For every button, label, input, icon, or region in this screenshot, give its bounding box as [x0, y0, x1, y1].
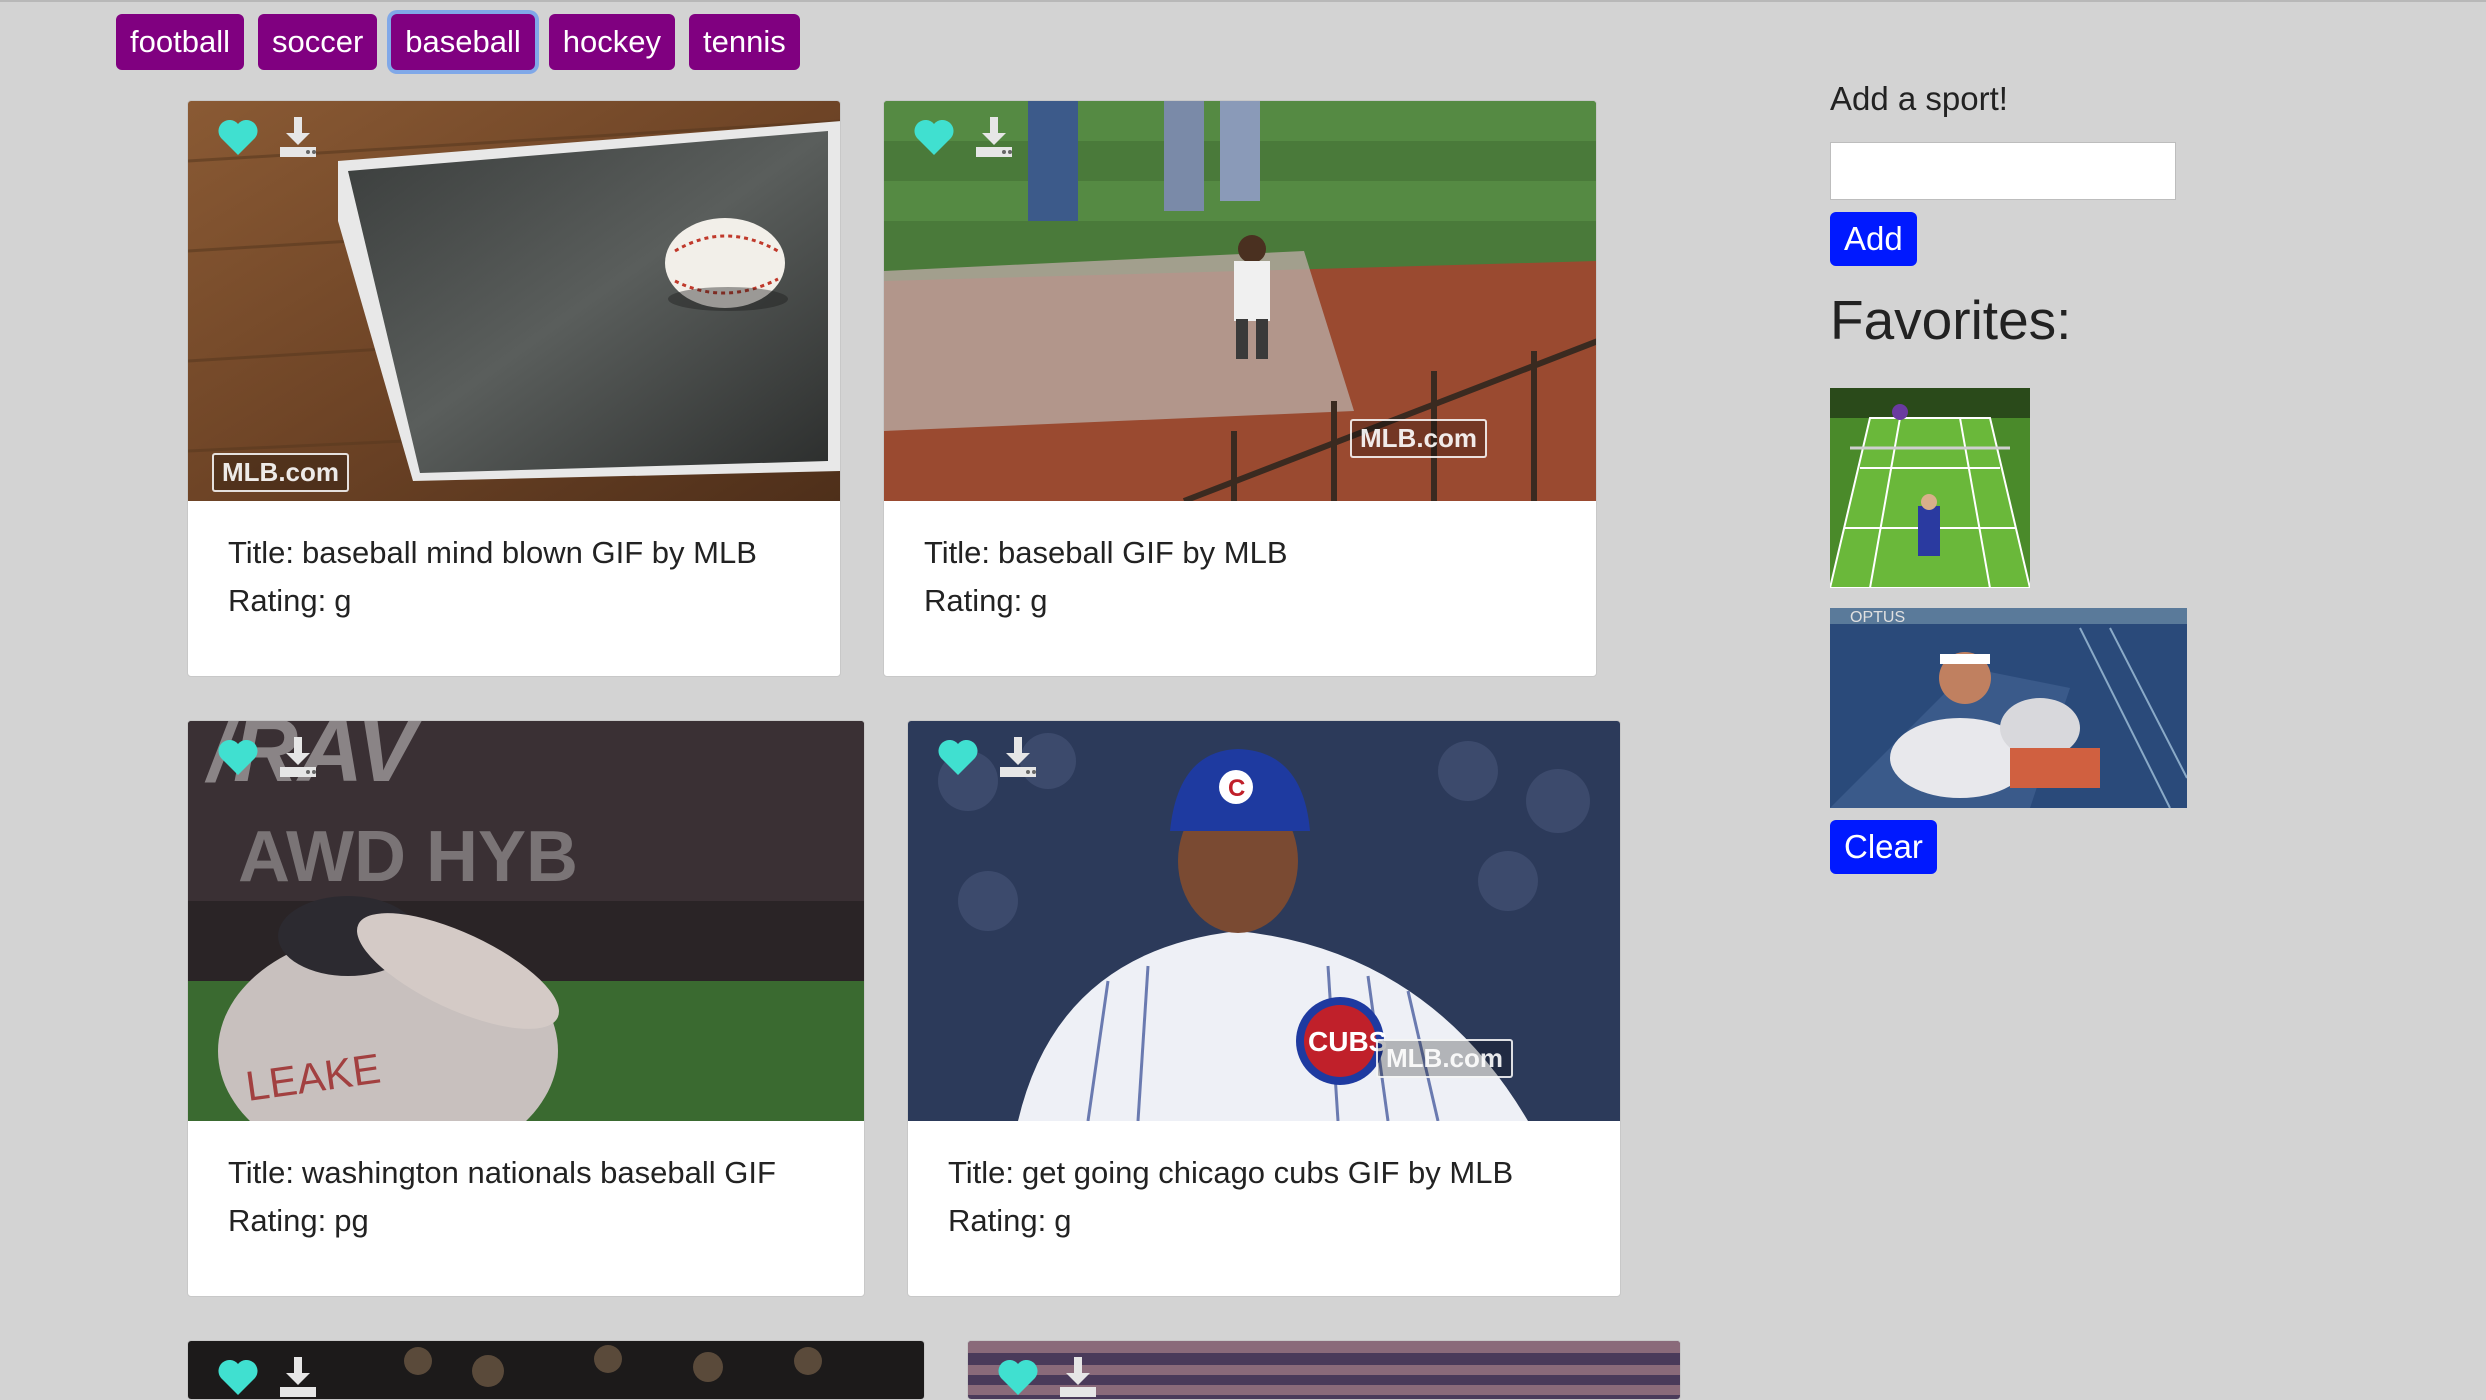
gif-watermark: MLB.com [1350, 419, 1487, 458]
rating-label: Rating: [948, 1203, 1047, 1238]
heart-icon[interactable] [214, 113, 262, 161]
rating-label: Rating: [924, 583, 1023, 618]
gif-card: /RAV AWD HYB LEAKE Title: washington nati… [187, 720, 865, 1297]
add-sport-input[interactable] [1830, 142, 2176, 200]
gif-card: MLB.com Title: baseball GIF by MLB Rating… [883, 100, 1597, 677]
svg-text:C: C [1228, 775, 1245, 802]
gif-watermark: MLB.com [212, 453, 349, 492]
add-sport-label: Add a sport! [1830, 80, 2008, 117]
clear-button[interactable]: Clear [1830, 820, 1937, 874]
gif-title: baseball mind blown GIF by MLB [302, 535, 757, 570]
title-label: Title: [948, 1155, 1015, 1190]
title-label: Title: [924, 535, 991, 570]
gif-image[interactable]: MLB.com [884, 101, 1596, 501]
gif-card: MLB.com Title: baseball mind blown GIF by… [187, 100, 841, 677]
gif-caption: Title: baseball mind blown GIF by MLB Rat… [228, 529, 820, 625]
download-icon[interactable] [970, 113, 1018, 161]
sport-button-football[interactable]: football [116, 14, 244, 70]
gif-caption: Title: washington nationals baseball GIF … [228, 1149, 844, 1245]
favorites-heading: Favorites: [1830, 289, 2072, 351]
gif-caption: Title: baseball GIF by MLB Rating: g [924, 529, 1576, 625]
gif-card [967, 1340, 1681, 1400]
sport-button-hockey[interactable]: hockey [548, 14, 675, 70]
add-button[interactable]: Add [1830, 212, 1917, 266]
favorite-gif[interactable]: OPTUS [1830, 608, 2187, 808]
rating-label: Rating: [228, 1203, 327, 1238]
gif-title: washington nationals baseball GIF [302, 1155, 776, 1190]
gif-image[interactable]: /RAV AWD HYB LEAKE [188, 721, 864, 1121]
sport-button-bar: football soccer baseball hockey tennis [116, 14, 800, 70]
sport-button-tennis[interactable]: tennis [689, 14, 800, 70]
heart-icon[interactable] [934, 733, 982, 781]
heart-icon[interactable] [994, 1353, 1042, 1400]
download-icon[interactable] [994, 733, 1042, 781]
gif-rating: pg [334, 1203, 369, 1238]
title-label: Title: [228, 1155, 295, 1190]
rating-label: Rating: [228, 583, 327, 618]
gif-title: get going chicago cubs GIF by MLB [1022, 1155, 1514, 1190]
heart-icon[interactable] [910, 113, 958, 161]
gif-image[interactable]: C CUBS MLB.com [908, 721, 1620, 1121]
sport-button-soccer[interactable]: soccer [257, 14, 378, 70]
gif-caption: Title: get going chicago cubs GIF by MLB … [948, 1149, 1600, 1245]
download-icon[interactable] [274, 113, 322, 161]
gif-title: baseball GIF by MLB [998, 535, 1288, 570]
gif-rating: g [1030, 583, 1048, 618]
gif-watermark: MLB.com [1376, 1039, 1513, 1078]
heart-icon[interactable] [214, 1353, 262, 1400]
top-border [0, 0, 2486, 2]
favorite-gif[interactable] [1830, 388, 2030, 588]
gif-card [187, 1340, 925, 1400]
gif-image[interactable]: MLB.com [188, 101, 840, 501]
download-icon[interactable] [274, 1353, 322, 1400]
sport-button-baseball[interactable]: baseball [391, 14, 535, 70]
gif-card: C CUBS MLB.com Title: get going chicago c… [907, 720, 1621, 1297]
gif-background-text: AWD HYB [238, 817, 578, 897]
heart-icon[interactable] [214, 733, 262, 781]
banner-text: OPTUS [1850, 609, 1905, 626]
title-label: Title: [228, 535, 295, 570]
download-icon[interactable] [1054, 1353, 1102, 1400]
gif-rating: g [334, 583, 352, 618]
download-icon[interactable] [274, 733, 322, 781]
gif-rating: g [1054, 1203, 1072, 1238]
